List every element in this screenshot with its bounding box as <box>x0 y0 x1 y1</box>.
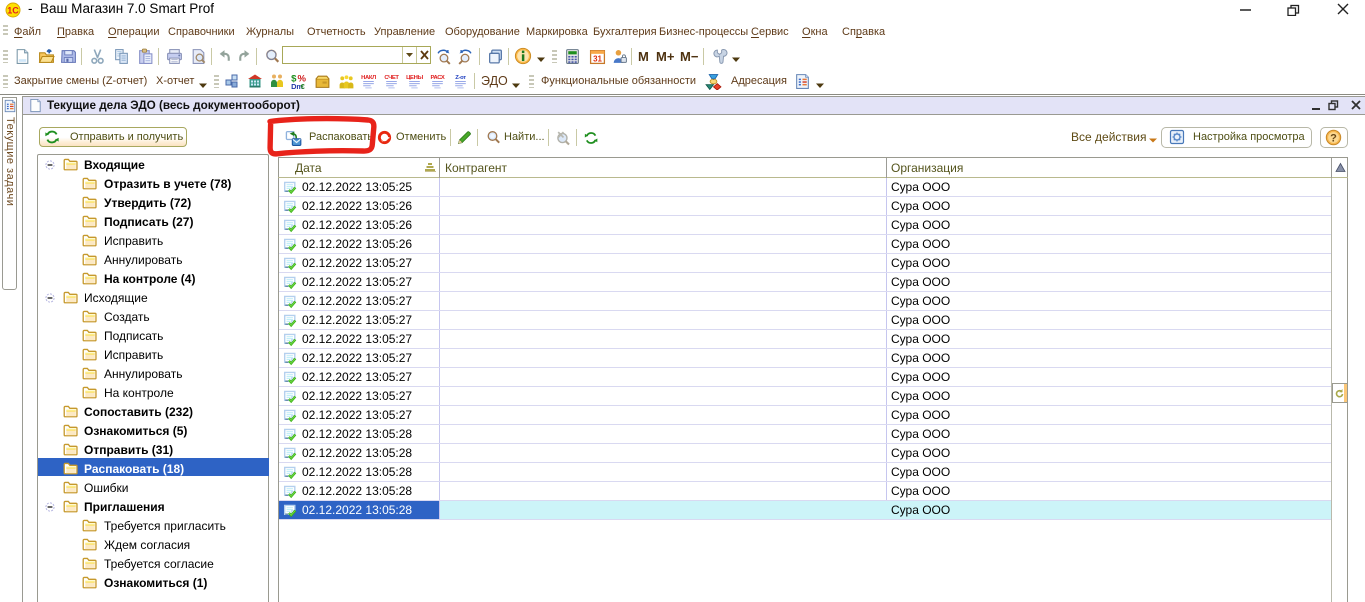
svg-text:ЦЕНЫ: ЦЕНЫ <box>406 75 423 81</box>
svg-text:НАКЛ: НАКЛ <box>361 75 376 81</box>
svg-text:СЧЕТ: СЧЕТ <box>384 75 399 81</box>
svg-text:€: € <box>301 82 305 90</box>
svg-text:РАСХ: РАСХ <box>430 75 444 81</box>
svg-text:31: 31 <box>593 54 602 63</box>
svg-text:1С: 1С <box>7 6 19 16</box>
svg-text:Z-от: Z-от <box>455 75 466 81</box>
svg-text:?: ? <box>1330 133 1337 145</box>
